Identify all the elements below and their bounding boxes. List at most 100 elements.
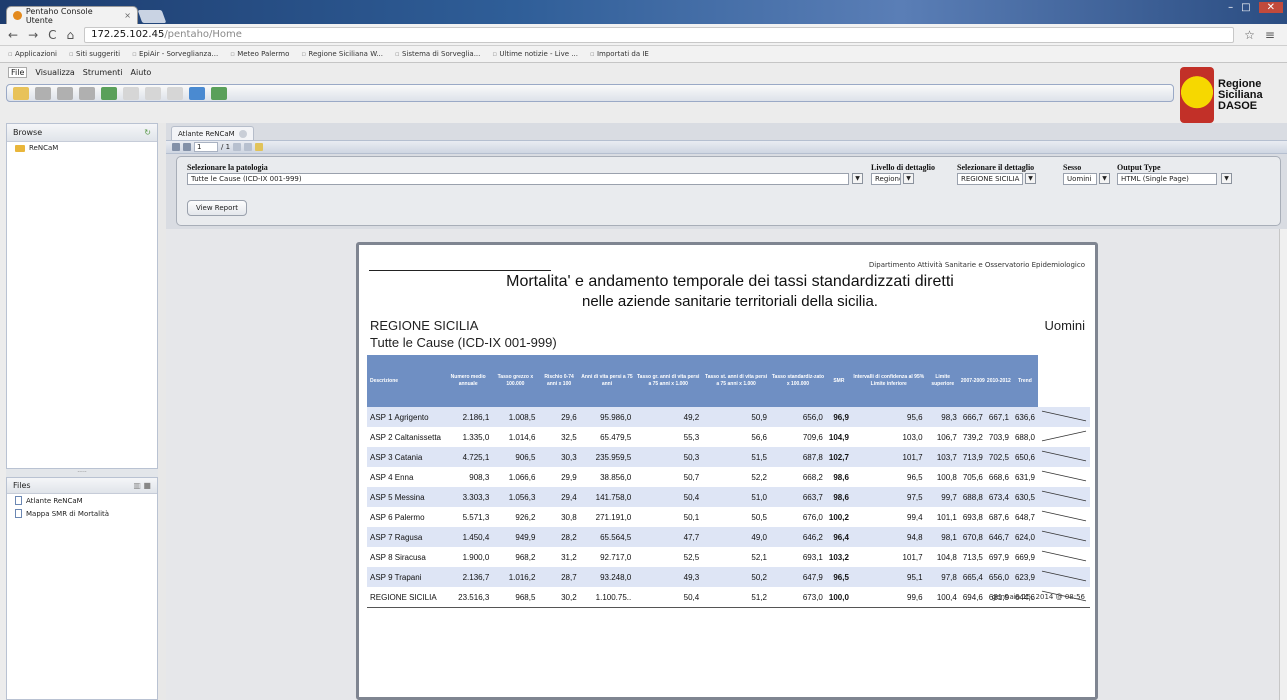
tree-folder-rencam[interactable]: ReNCaM bbox=[7, 142, 157, 154]
regione-siciliana-logo: Regione Siciliana DASOE bbox=[1180, 65, 1284, 125]
menu-visualizza[interactable]: Visualizza bbox=[35, 68, 74, 77]
table-cell: 668,2 bbox=[770, 467, 826, 487]
window-controls: – □ ✕ bbox=[1228, 2, 1283, 13]
table-cell: 656,0 bbox=[770, 407, 826, 427]
new-tab-button[interactable] bbox=[137, 10, 167, 23]
table-cell: 906,5 bbox=[492, 447, 539, 467]
table-cell: 32,5 bbox=[538, 427, 580, 447]
table-cell: 47,7 bbox=[634, 527, 703, 547]
reload-icon[interactable]: C bbox=[48, 28, 56, 42]
close-doc-tab-icon[interactable] bbox=[238, 129, 247, 138]
livello-dropdown-icon[interactable]: ▼ bbox=[903, 173, 914, 184]
table-row: ASP 4 Enna 908,3 1.066,6 29,9 38.856,0 50,7 52… bbox=[367, 467, 1090, 487]
column-header: Intervalli di confidenza al 95% Limite i… bbox=[851, 355, 926, 407]
row-description: ASP 9 Trapani bbox=[367, 567, 445, 587]
panel-splitter[interactable]: ····· bbox=[6, 469, 158, 477]
sesso-select[interactable]: Uomini bbox=[1063, 173, 1097, 185]
file-mappa-smr[interactable]: Mappa SMR di Mortalità bbox=[7, 507, 157, 520]
browser-tab[interactable]: Pentaho Console Utente × bbox=[6, 6, 138, 25]
menu-bar: File Visualizza Strumenti Aiuto bbox=[0, 65, 151, 79]
menu-icon[interactable]: ≡ bbox=[1265, 28, 1275, 42]
livello-select[interactable]: Regione bbox=[871, 173, 901, 185]
dettaglio-dropdown-icon[interactable]: ▼ bbox=[1025, 173, 1036, 184]
column-header: Anni di vita persi a 75 anni bbox=[579, 355, 635, 407]
maximize-icon[interactable]: □ bbox=[1241, 2, 1250, 13]
table-cell: 98,6 bbox=[825, 487, 852, 507]
doc-tab-label: Atlante ReNCaM bbox=[178, 129, 235, 138]
table-cell: 28,7 bbox=[538, 567, 580, 587]
bookmark-item[interactable]: Sistema di Sorveglia... bbox=[395, 50, 480, 58]
minimize-icon[interactable]: – bbox=[1228, 2, 1233, 13]
file-atlante-rencam[interactable]: Atlante ReNCaM bbox=[7, 494, 157, 507]
table-cell: 702,5 bbox=[985, 447, 1012, 467]
dettaglio-label: Selezionare il dettaglio bbox=[957, 163, 1035, 172]
workspace-icon[interactable] bbox=[101, 86, 117, 100]
table-cell: 1.335,0 bbox=[444, 427, 493, 447]
bookmark-item[interactable]: EpiAir - Sorveglianza... bbox=[132, 50, 218, 58]
trend-line bbox=[1041, 410, 1087, 422]
new-dashboard-icon[interactable] bbox=[79, 86, 95, 100]
dettaglio-select[interactable]: REGIONE SICILIA bbox=[957, 173, 1023, 185]
refresh-icon[interactable]: ↻ bbox=[144, 128, 151, 137]
tab-atlante-rencam[interactable]: Atlante ReNCaM bbox=[171, 126, 254, 140]
trend-line bbox=[1041, 450, 1087, 462]
bookmark-item[interactable]: Applicazioni bbox=[8, 50, 57, 58]
bookmark-item[interactable]: Meteo Palermo bbox=[230, 50, 289, 58]
bookmark-item[interactable]: Importati da IE bbox=[590, 50, 649, 58]
table-cell: 688,8 bbox=[959, 487, 986, 507]
bookmark-item[interactable]: Regione Siciliana W... bbox=[301, 50, 383, 58]
files-title: Files bbox=[13, 481, 31, 490]
page-total: / 1 bbox=[221, 143, 231, 151]
show-workspace-icon[interactable] bbox=[211, 86, 227, 100]
menu-aiuto[interactable]: Aiuto bbox=[131, 68, 152, 77]
table-cell: 102,7 bbox=[825, 447, 852, 467]
open-folder-icon[interactable] bbox=[13, 86, 29, 100]
table-cell: 49,2 bbox=[634, 407, 703, 427]
trend-line bbox=[1041, 430, 1087, 442]
column-header: 2010-2012 bbox=[985, 355, 1012, 407]
table-cell: 104,8 bbox=[925, 547, 960, 567]
next-page-icon[interactable] bbox=[233, 143, 242, 151]
menu-file[interactable]: File bbox=[8, 66, 28, 78]
star-icon[interactable]: ☆ bbox=[1244, 28, 1255, 42]
table-cell: 949,9 bbox=[492, 527, 539, 547]
table-cell: 636,6 bbox=[1011, 407, 1038, 427]
toggle-params-icon[interactable] bbox=[255, 143, 264, 151]
bookmark-item[interactable]: Ultime notizie - Live ... bbox=[492, 50, 578, 58]
vertical-splitter[interactable] bbox=[158, 123, 166, 700]
output-type-dropdown-icon[interactable]: ▼ bbox=[1221, 173, 1232, 184]
show-browser-icon[interactable] bbox=[189, 86, 205, 100]
patologia-dropdown-icon[interactable]: ▼ bbox=[852, 173, 863, 184]
viewer-scrollbar[interactable] bbox=[1279, 229, 1287, 700]
sesso-label: Sesso bbox=[1063, 163, 1082, 172]
new-report-icon[interactable] bbox=[35, 86, 51, 100]
menu-strumenti[interactable]: Strumenti bbox=[83, 68, 123, 77]
trend-line bbox=[1041, 510, 1087, 522]
sesso-dropdown-icon[interactable]: ▼ bbox=[1099, 173, 1110, 184]
table-cell: 92.717,0 bbox=[579, 547, 635, 567]
view-report-button[interactable]: View Report bbox=[187, 200, 247, 216]
table-cell: 2.136,7 bbox=[444, 567, 493, 587]
page-number-input[interactable]: 1 bbox=[194, 142, 218, 152]
new-analysis-icon[interactable] bbox=[57, 86, 73, 100]
address-bar[interactable]: 172.25.102.45/pentaho/Home bbox=[84, 26, 1235, 43]
forward-icon[interactable]: → bbox=[28, 28, 38, 42]
close-tab-icon[interactable]: × bbox=[124, 11, 131, 20]
close-window-icon[interactable]: ✕ bbox=[1258, 2, 1283, 13]
last-page-icon[interactable] bbox=[244, 143, 253, 151]
trend-chart bbox=[1041, 570, 1087, 582]
back-icon[interactable]: ← bbox=[8, 28, 18, 42]
files-view-toggle-icon[interactable]: ▥ ■ bbox=[133, 481, 151, 490]
prev-page-icon[interactable] bbox=[183, 143, 191, 151]
tree-folder-label: ReNCaM bbox=[29, 144, 59, 152]
output-type-select[interactable]: HTML (Single Page) bbox=[1117, 173, 1217, 185]
first-page-icon[interactable] bbox=[172, 143, 180, 151]
table-cell: 693,8 bbox=[959, 507, 986, 527]
home-icon[interactable]: ⌂ bbox=[67, 28, 75, 42]
table-cell: 95,6 bbox=[851, 407, 926, 427]
table-cell: 968,5 bbox=[492, 587, 539, 608]
column-header: Descrizione bbox=[367, 355, 445, 407]
table-cell: 1.100.75.. bbox=[579, 587, 635, 608]
bookmark-item[interactable]: Siti suggeriti bbox=[69, 50, 120, 58]
patologia-select[interactable]: Tutte le Cause (ICD-IX 001-999) bbox=[187, 173, 849, 185]
